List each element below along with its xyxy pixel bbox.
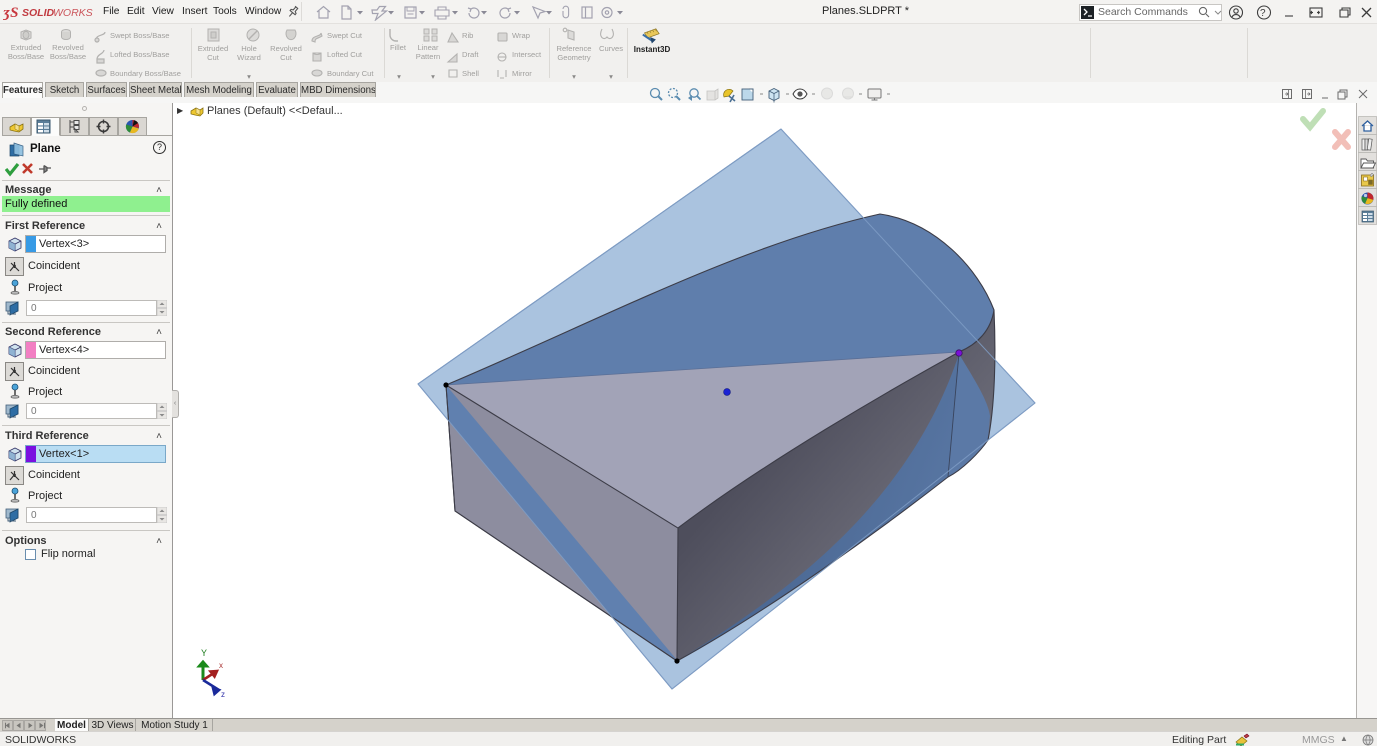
svg-text:?: ?: [1260, 8, 1266, 19]
svg-text:SOLID: SOLID: [22, 7, 55, 19]
svg-text:x: x: [219, 661, 223, 670]
svg-text:ʒS: ʒS: [3, 5, 18, 21]
svg-text:z: z: [221, 690, 225, 698]
svg-text:WORKS: WORKS: [53, 7, 93, 19]
svg-text:Y: Y: [201, 648, 207, 658]
